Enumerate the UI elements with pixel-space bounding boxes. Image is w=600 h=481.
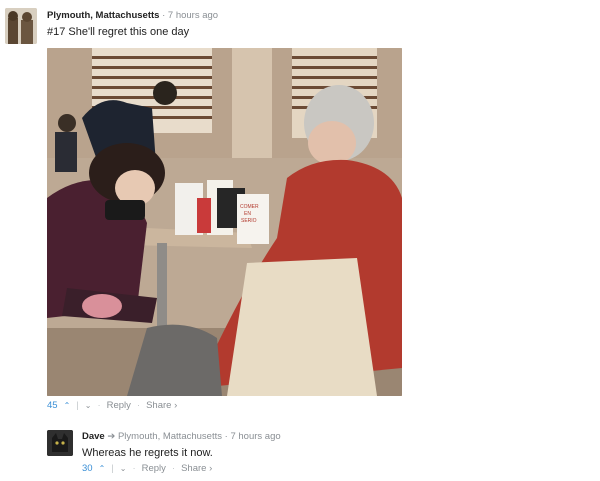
reply-actions-separator: · <box>132 463 136 474</box>
vote-count: 45 <box>47 400 58 411</box>
reply-header: Dave ➔ Plymouth, Mattachusetts · 7 hours… <box>82 431 281 442</box>
vote-divider: | <box>76 400 79 411</box>
reply-chevron-up-icon[interactable]: ⌃ <box>99 464 106 473</box>
timestamp[interactable]: 7 hours ago <box>168 10 218 21</box>
reply-actions-separator-2: · <box>171 463 176 474</box>
chevron-up-icon[interactable]: ⌃ <box>64 401 71 410</box>
reply-share-label: Share <box>181 463 207 474</box>
reply-button[interactable]: Reply <box>107 400 131 411</box>
author-name[interactable]: Plymouth, Mattachusetts <box>47 10 159 21</box>
reply-actions: 30 ⌃ | ⌄ · Reply · Share › <box>82 463 212 474</box>
chevron-right-icon: › <box>174 400 178 411</box>
reply-arrow-icon: ➔ <box>107 431 118 442</box>
reply-timestamp[interactable]: 7 hours ago <box>230 431 280 442</box>
actions-separator-2: · <box>136 400 141 411</box>
reply-text: Whereas he regrets it now. <box>82 447 213 459</box>
reply-chevron-down-icon[interactable]: ⌄ <box>120 464 127 473</box>
reply-vote-divider: | <box>111 463 114 474</box>
actions-separator: · <box>97 400 101 411</box>
reply-vote-count: 30 <box>82 463 93 474</box>
restaurant-photo: COMER EN SERIO <box>47 48 402 396</box>
reply-reply-button[interactable]: Reply <box>142 463 166 474</box>
share-label: Share <box>146 400 172 411</box>
cup-label-3: SERIO <box>241 218 257 224</box>
cup-label-2: EN <box>244 211 251 217</box>
reply-author-name[interactable]: Dave <box>82 431 105 442</box>
reply-share-button[interactable]: Share › <box>181 463 212 474</box>
reply-to-name[interactable]: Plymouth, Mattachusetts <box>118 431 222 442</box>
chevron-down-icon[interactable]: ⌄ <box>85 401 92 410</box>
share-button[interactable]: Share › <box>146 400 177 411</box>
reply-chevron-right-icon: › <box>209 463 213 474</box>
comment-photo[interactable]: COMER EN SERIO <box>47 48 402 396</box>
avatar[interactable] <box>5 8 37 44</box>
avatar-image <box>5 8 37 44</box>
reply-avatar[interactable] <box>47 430 73 456</box>
comment-header: Plymouth, Mattachusetts · 7 hours ago <box>47 10 218 21</box>
cat-avatar-image <box>47 430 73 456</box>
comment-actions: 45 ⌃ | ⌄ · Reply · Share › <box>47 400 177 411</box>
cup-label: COMER <box>240 204 259 210</box>
comment-text: #17 She'll regret this one day <box>47 26 190 38</box>
